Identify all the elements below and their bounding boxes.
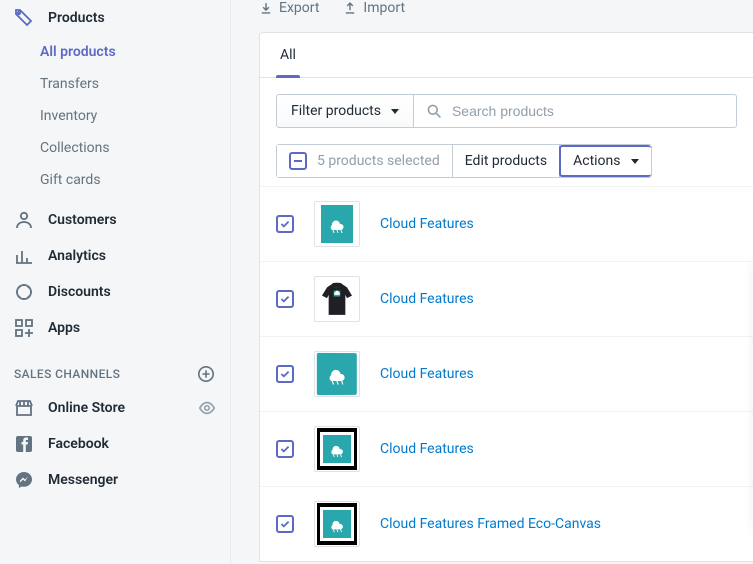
discount-icon <box>14 282 34 302</box>
nav-products-label: Products <box>48 10 105 26</box>
caret-down-icon <box>391 109 399 114</box>
nav-sub-collections[interactable]: Collections <box>0 132 230 164</box>
row-checkbox[interactable] <box>276 515 294 533</box>
product-list: Cloud Features Cloud Features <box>260 186 753 561</box>
facebook-icon <box>14 434 34 454</box>
search-icon <box>426 103 442 119</box>
nav-customers-label: Customers <box>48 212 117 228</box>
row-checkbox[interactable] <box>276 290 294 308</box>
nav-discounts-label: Discounts <box>48 284 111 300</box>
bulk-segment: 5 products selected Edit products Action… <box>276 144 652 178</box>
nav-messenger[interactable]: Messenger <box>0 462 230 498</box>
nav-facebook-label: Facebook <box>48 436 109 452</box>
tab-all[interactable]: All <box>276 47 300 77</box>
store-icon <box>14 398 34 418</box>
nav-products[interactable]: Products <box>0 0 230 36</box>
nav-sub-inventory[interactable]: Inventory <box>0 100 230 132</box>
search-wrap <box>414 94 737 128</box>
apps-icon <box>14 318 34 338</box>
export-icon <box>259 1 273 15</box>
sidebar: Products All products Transfers Inventor… <box>0 0 231 564</box>
nav-online-store[interactable]: Online Store <box>0 390 230 426</box>
filter-products-button[interactable]: Filter products <box>276 94 414 128</box>
product-title-link[interactable]: Cloud Features Framed Eco-Canvas <box>380 516 601 532</box>
filter-row: Filter products <box>260 78 753 144</box>
messenger-icon <box>14 470 34 490</box>
products-card: All Filter products 5 <box>259 32 753 562</box>
top-actions: Export Import <box>259 0 753 32</box>
nav-analytics[interactable]: Analytics <box>0 238 230 274</box>
search-input[interactable] <box>452 95 724 127</box>
nav-discounts[interactable]: Discounts <box>0 274 230 310</box>
actions-dropdown-button[interactable]: Actions <box>559 145 650 177</box>
import-button[interactable]: Import <box>343 0 405 16</box>
checkbox-indeterminate-icon <box>289 152 307 170</box>
product-title-link[interactable]: Cloud Features <box>380 441 474 457</box>
product-thumbnail <box>314 201 360 247</box>
bulk-select-toggle[interactable]: 5 products selected <box>277 145 453 177</box>
nav-analytics-label: Analytics <box>48 248 106 264</box>
app-root: Products All products Transfers Inventor… <box>0 0 753 564</box>
export-button[interactable]: Export <box>259 0 319 16</box>
import-icon <box>343 1 357 15</box>
nav-apps-label: Apps <box>48 320 80 336</box>
main-content: Export Import All Filter products <box>231 0 753 564</box>
product-title-link[interactable]: Cloud Features <box>380 366 474 382</box>
product-title-link[interactable]: Cloud Features <box>380 216 474 232</box>
bulk-actions-row: 5 products selected Edit products Action… <box>260 144 753 186</box>
nav-customers[interactable]: Customers <box>0 202 230 238</box>
sales-channels-header: SALES CHANNELS <box>0 346 230 390</box>
row-checkbox[interactable] <box>276 440 294 458</box>
view-store-icon[interactable] <box>198 399 216 417</box>
table-row: Cloud Features <box>260 336 753 411</box>
nav-online-store-label: Online Store <box>48 400 125 416</box>
table-row: Cloud Features <box>260 186 753 261</box>
nav-sub-transfers[interactable]: Transfers <box>0 68 230 100</box>
person-icon <box>14 210 34 230</box>
table-row: Cloud Features <box>260 411 753 486</box>
row-checkbox[interactable] <box>276 215 294 233</box>
bulk-count-label: 5 products selected <box>317 153 440 169</box>
nav-messenger-label: Messenger <box>48 472 118 488</box>
add-channel-icon[interactable] <box>196 364 216 384</box>
table-row: Cloud Features Framed Eco-Canvas <box>260 486 753 561</box>
nav-facebook[interactable]: Facebook <box>0 426 230 462</box>
product-thumbnail <box>314 426 360 472</box>
product-title-link[interactable]: Cloud Features <box>380 291 474 307</box>
row-checkbox[interactable] <box>276 365 294 383</box>
table-row: Cloud Features <box>260 261 753 336</box>
edit-products-button[interactable]: Edit products <box>453 145 560 177</box>
nav-sub-gift-cards[interactable]: Gift cards <box>0 164 230 196</box>
product-thumbnail <box>314 276 360 322</box>
analytics-icon <box>14 246 34 266</box>
nav-apps[interactable]: Apps <box>0 310 230 346</box>
tabs: All <box>260 33 753 78</box>
product-thumbnail <box>314 501 360 547</box>
nav-sub-all-products[interactable]: All products <box>0 36 230 68</box>
tag-icon <box>14 8 34 28</box>
product-thumbnail <box>314 351 360 397</box>
caret-down-icon <box>631 159 639 164</box>
